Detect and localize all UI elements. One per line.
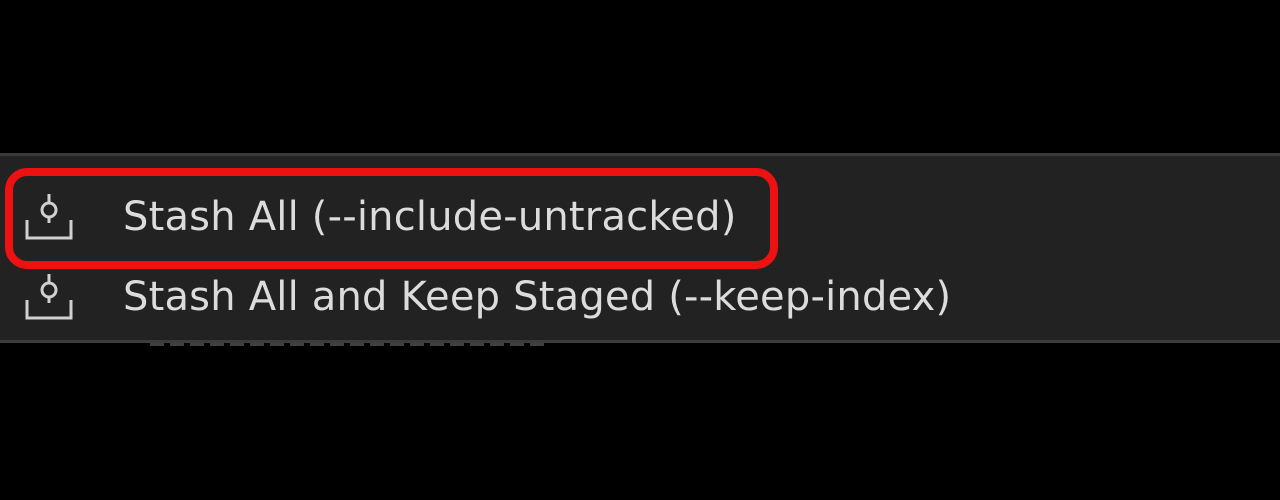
stash-icon [25,274,73,320]
stash-icon [25,194,73,240]
menu-item-stash-all-keep-index[interactable]: Stash All and Keep Staged (--keep-index) [0,259,1280,335]
stash-dropdown-menu: Stash All (--include-untracked) Stash Al… [0,153,1280,343]
screen: Stash All (--include-untracked) Stash Al… [0,0,1280,500]
menu-item-label: Stash All (--include-untracked) [123,194,737,240]
menu-item-label: Stash All and Keep Staged (--keep-index) [123,274,952,320]
obscured-background-text [150,340,550,350]
menu-item-stash-all-include-untracked[interactable]: Stash All (--include-untracked) [0,179,1280,255]
